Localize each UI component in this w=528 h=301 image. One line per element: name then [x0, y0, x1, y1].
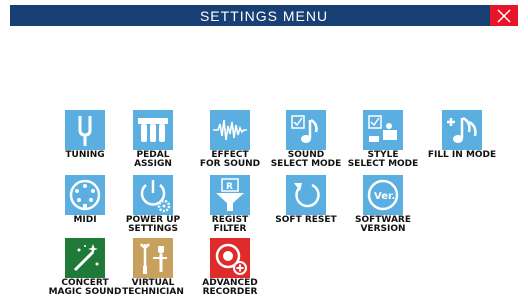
menu-item-regist-filter[interactable]: R REGIST FILTER [190, 175, 270, 234]
power-gear-icon [133, 175, 173, 215]
fill-in-note-icon [442, 110, 482, 150]
waveform-icon [210, 110, 250, 150]
record-plus-icon [210, 238, 250, 278]
pedal-icon [133, 110, 173, 150]
menu-item-software-version[interactable]: Ver. SOFTWARE VERSION [343, 175, 423, 234]
title-bar: SETTINGS MENU [10, 5, 518, 26]
midi-connector-icon [65, 175, 105, 215]
menu-item-virtual-technician[interactable]: VIRTUAL TECHNICIAN [113, 238, 193, 297]
magic-wand-icon [65, 238, 105, 278]
svg-text:Ver.: Ver. [374, 191, 395, 202]
tuning-fork-icon [65, 110, 105, 150]
close-x-icon [497, 8, 511, 23]
window-title: SETTINGS MENU [199, 7, 329, 24]
menu-item-advanced-recorder[interactable]: ADVANCED RECORDER [190, 238, 270, 297]
menu-item-pedal-assign[interactable]: PEDAL ASSIGN [113, 110, 193, 169]
menu-item-fill-in-mode[interactable]: FILL IN MODE [422, 110, 502, 160]
menu-item-soft-reset[interactable]: SOFT RESET [266, 175, 346, 225]
menu-item-style-select-mode[interactable]: STYLE SELECT MODE [343, 110, 423, 169]
close-button[interactable] [490, 5, 518, 26]
menu-item-effect-for-sound[interactable]: EFFECT FOR SOUND [190, 110, 270, 169]
technician-tools-icon [133, 238, 173, 278]
note-check-icon [286, 110, 326, 150]
reset-arrow-icon [286, 175, 326, 215]
filter-icon: R [210, 175, 250, 215]
svg-text:R: R [226, 182, 233, 192]
menu-item-power-up-settings[interactable]: POWER UP SETTINGS [113, 175, 193, 234]
style-check-icon [363, 110, 403, 150]
menu-item-sound-select-mode[interactable]: SOUND SELECT MODE [266, 110, 346, 169]
version-icon: Ver. [363, 175, 403, 215]
